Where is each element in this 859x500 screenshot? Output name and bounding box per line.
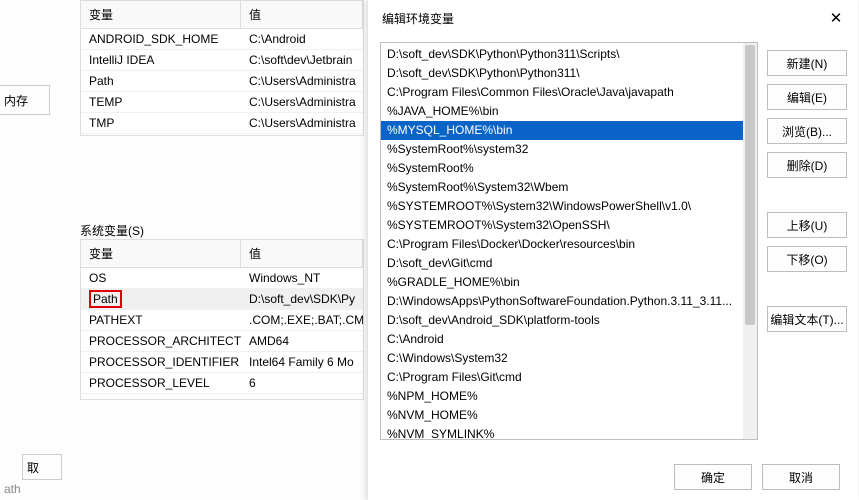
move-up-button[interactable]: 上移(U): [767, 212, 847, 238]
col-value: 值: [241, 240, 363, 267]
list-item[interactable]: %MYSQL_HOME%\bin: [381, 121, 743, 140]
col-var: 变量: [81, 240, 241, 267]
list-item[interactable]: D:\WindowsApps\PythonSoftwareFoundation.…: [381, 292, 743, 311]
list-item[interactable]: %SYSTEMROOT%\System32\OpenSSH\: [381, 216, 743, 235]
table-row[interactable]: PathD:\soft_dev\SDK\Py: [81, 289, 363, 310]
move-down-button[interactable]: 下移(O): [767, 246, 847, 272]
table-header: 变量 值: [81, 240, 363, 268]
edit-button[interactable]: 编辑(E): [767, 84, 847, 110]
table-header: 变量 值: [81, 1, 363, 29]
delete-button[interactable]: 删除(D): [767, 152, 847, 178]
list-item[interactable]: %SystemRoot%\System32\Wbem: [381, 178, 743, 197]
table-row[interactable]: PROCESSOR_ARCHITECTUREAMD64: [81, 331, 363, 352]
cancel-button[interactable]: 取消: [762, 464, 840, 490]
dialog-footer: 确定 取消: [368, 464, 858, 490]
table-row[interactable]: PROCESSOR_IDENTIFIERIntel64 Family 6 Mo: [81, 352, 363, 373]
list-item[interactable]: C:\Program Files\Git\cmd: [381, 368, 743, 387]
new-button[interactable]: 新建(N): [767, 50, 847, 76]
list-item[interactable]: %NPM_HOME%: [381, 387, 743, 406]
side-fragment: 内存: [0, 85, 50, 115]
table-row[interactable]: PATHEXT.COM;.EXE;.BAT;.CM: [81, 310, 363, 331]
list-item[interactable]: D:\soft_dev\Git\cmd: [381, 254, 743, 273]
list-item[interactable]: C:\Windows\System32: [381, 349, 743, 368]
table-row[interactable]: ANDROID_SDK_HOMEC:\Android: [81, 29, 363, 50]
table-row[interactable]: PathC:\Users\Administra: [81, 71, 363, 92]
table-row[interactable]: PROCESSOR_LEVEL6: [81, 373, 363, 394]
side-buttons: 新建(N) 编辑(E) 浏览(B)... 删除(D) 上移(U) 下移(O) 编…: [767, 50, 847, 332]
list-item[interactable]: %SYSTEMROOT%\System32\WindowsPowerShell\…: [381, 197, 743, 216]
system-variables-table[interactable]: 变量 值 OSWindows_NTPathD:\soft_dev\SDK\PyP…: [80, 239, 364, 400]
edit-text-button[interactable]: 编辑文本(T)...: [767, 306, 847, 332]
ok-button[interactable]: 确定: [674, 464, 752, 490]
close-icon[interactable]: ✕: [826, 8, 846, 28]
list-item[interactable]: %NVM_SYMLINK%: [381, 425, 743, 439]
list-item[interactable]: C:\Android: [381, 330, 743, 349]
list-item[interactable]: %NVM_HOME%: [381, 406, 743, 425]
col-value: 值: [241, 1, 363, 28]
list-item[interactable]: D:\soft_dev\Android_SDK\platform-tools: [381, 311, 743, 330]
button-fragment-label: 取: [27, 459, 39, 476]
list-item[interactable]: %SystemRoot%\system32: [381, 140, 743, 159]
system-variables-label: 系统变量(S): [80, 222, 144, 239]
side-fragment-label: 内存: [4, 92, 28, 109]
list-item[interactable]: D:\soft_dev\SDK\Python\Python311\: [381, 64, 743, 83]
button-fragment[interactable]: 取: [22, 454, 62, 480]
dialog-title: 编辑环境变量: [382, 10, 454, 27]
list-item[interactable]: %JAVA_HOME%\bin: [381, 102, 743, 121]
edit-path-dialog: 编辑环境变量 ✕ D:\soft_dev\SDK\Python\Python31…: [368, 0, 858, 500]
list-item[interactable]: %GRADLE_HOME%\bin: [381, 273, 743, 292]
list-item[interactable]: C:\Program Files\Common Files\Oracle\Jav…: [381, 83, 743, 102]
list-item[interactable]: %SystemRoot%: [381, 159, 743, 178]
scrollbar[interactable]: [743, 43, 757, 439]
table-row[interactable]: PROCESSOR_REVISION8e0a: [81, 394, 363, 400]
path-listbox[interactable]: D:\soft_dev\SDK\Python\Python311\Scripts…: [380, 42, 758, 440]
dialog-titlebar: 编辑环境变量 ✕: [368, 0, 858, 32]
list-item[interactable]: C:\Program Files\Docker\Docker\resources…: [381, 235, 743, 254]
table-row[interactable]: IntelliJ IDEAC:\soft\dev\Jetbrain: [81, 50, 363, 71]
table-row[interactable]: OSWindows_NT: [81, 268, 363, 289]
ath-fragment: ath: [0, 482, 21, 496]
list-item[interactable]: D:\soft_dev\SDK\Python\Python311\Scripts…: [381, 45, 743, 64]
user-variables-table[interactable]: 变量 值 ANDROID_SDK_HOMEC:\AndroidIntelliJ …: [80, 0, 364, 136]
browse-button[interactable]: 浏览(B)...: [767, 118, 847, 144]
table-row[interactable]: TMPC:\Users\Administra: [81, 113, 363, 134]
col-var: 变量: [81, 1, 241, 28]
scrollbar-thumb[interactable]: [745, 45, 755, 325]
table-row[interactable]: TEMPC:\Users\Administra: [81, 92, 363, 113]
